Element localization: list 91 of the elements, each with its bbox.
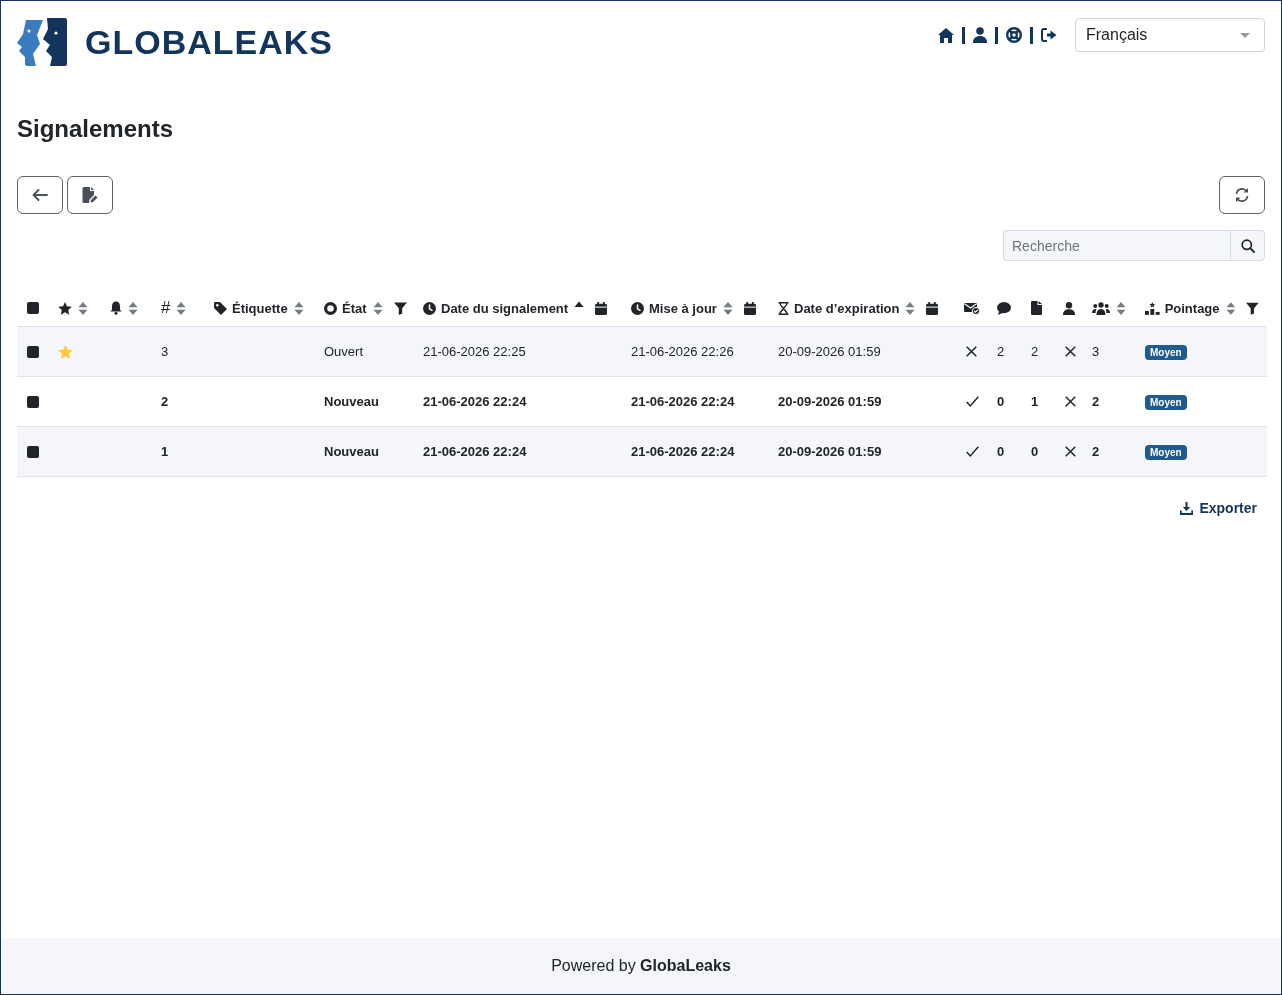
column-header[interactable]: Étiquette <box>232 300 288 316</box>
search-field[interactable]: Recherche <box>1003 230 1230 261</box>
arrow-left-icon <box>32 189 48 201</box>
row-checkbox[interactable] <box>27 345 39 358</box>
filter-icon[interactable] <box>393 301 407 315</box>
refresh-icon <box>1234 187 1250 203</box>
column-header[interactable]: Mise à jour <box>649 300 717 316</box>
search-button[interactable] <box>1230 230 1265 261</box>
update-date: 21-06-2026 22:26 <box>631 344 734 359</box>
user-icon <box>1063 301 1075 315</box>
sort-icon[interactable] <box>1225 300 1236 316</box>
score-badge: Moyen <box>1145 444 1187 460</box>
calendar-icon[interactable] <box>595 301 608 315</box>
clock-icon <box>423 301 436 315</box>
comment-count: 2 <box>997 344 1005 359</box>
select-all-checkbox[interactable] <box>27 302 39 314</box>
star-icon[interactable] <box>58 344 73 359</box>
logo-wordmark: GLOBALEAKS <box>85 25 333 59</box>
report-number: 3 <box>161 344 169 359</box>
speech-bubble-icon <box>997 301 1011 315</box>
lifebuoy-icon[interactable] <box>1006 27 1022 43</box>
page-title: Signalements <box>17 114 175 143</box>
star-icon <box>58 301 72 315</box>
ring-icon <box>324 301 337 315</box>
file-count: 0 <box>1031 444 1039 459</box>
sort-icon[interactable] <box>293 300 304 316</box>
home-icon[interactable] <box>938 27 954 43</box>
submission-date: 21-06-2026 22:25 <box>423 344 526 359</box>
search-icon <box>1240 238 1255 253</box>
sort-icon[interactable] <box>372 300 383 316</box>
comment-count: 0 <box>997 444 1005 459</box>
podium-icon <box>1145 301 1160 315</box>
hourglass-icon <box>778 301 789 315</box>
user-icon[interactable] <box>973 27 987 43</box>
refresh-button[interactable] <box>1219 176 1265 214</box>
calendar-icon[interactable] <box>926 301 939 315</box>
calendar-icon[interactable] <box>743 301 756 315</box>
export-button[interactable]: Exporter <box>1180 497 1257 519</box>
column-header[interactable]: Date du signalement <box>441 300 569 316</box>
users-count: 2 <box>1092 444 1100 459</box>
column-header[interactable]: # <box>161 298 171 318</box>
sort-icon[interactable] <box>905 300 916 316</box>
score-badge: Moyen <box>1145 344 1187 360</box>
update-date: 21-06-2026 22:24 <box>631 394 735 409</box>
expiration-date: 20-09-2026 01:59 <box>778 444 882 459</box>
status-text: Ouvert <box>324 344 363 359</box>
sort-up-icon[interactable] <box>574 301 585 307</box>
users-icon <box>1092 301 1110 315</box>
update-date: 21-06-2026 22:24 <box>631 444 735 459</box>
language-select[interactable]: Français <box>1075 18 1265 52</box>
filter-icon[interactable] <box>1246 301 1259 315</box>
sign-out-icon[interactable] <box>1041 28 1057 42</box>
file-count: 2 <box>1031 344 1039 359</box>
row-checkbox[interactable] <box>27 445 39 458</box>
file-icon <box>1031 301 1042 315</box>
table-row[interactable]: 3 Ouvert 21-06-2026 22:25 21-06-2026 22:26 20-09-2026 01:59 2 2 3 Moyen <box>17 326 1267 377</box>
report-number: 2 <box>161 394 169 409</box>
submission-date: 21-06-2026 22:24 <box>423 444 527 459</box>
sort-icon[interactable] <box>722 300 733 316</box>
clock-icon <box>631 301 644 315</box>
tag-icon <box>214 301 227 315</box>
status-text: Nouveau <box>324 394 379 409</box>
users-count: 2 <box>1092 394 1100 409</box>
column-header[interactable]: Pointage <box>1164 300 1220 316</box>
back-button[interactable] <box>17 176 63 214</box>
comment-count: 0 <box>997 394 1005 409</box>
edit-file-button[interactable] <box>67 176 113 214</box>
logo-icon <box>17 17 67 67</box>
users-count: 3 <box>1092 344 1100 359</box>
report-number: 1 <box>161 444 169 459</box>
column-header[interactable]: Date d’expiration <box>794 300 900 316</box>
bell-icon <box>110 301 122 315</box>
submission-date: 21-06-2026 22:24 <box>423 394 527 409</box>
file-pen-icon <box>82 187 98 203</box>
envelope-check-icon <box>964 301 980 315</box>
status-text: Nouveau <box>324 444 379 459</box>
sort-icon[interactable] <box>176 300 187 316</box>
table-row[interactable]: 2 Nouveau 21-06-2026 22:24 21-06-2026 22:24 20-09-2026 01:59 0 1 2 Moyen <box>17 376 1267 427</box>
sort-icon[interactable] <box>128 300 138 316</box>
score-badge: Moyen <box>1145 394 1187 410</box>
column-header[interactable]: État <box>342 300 367 316</box>
file-count: 1 <box>1031 394 1039 409</box>
sort-icon[interactable] <box>1116 300 1126 316</box>
footer-text: Powered by GlobaLeaks <box>551 957 731 975</box>
expiration-date: 20-09-2026 01:59 <box>778 394 882 409</box>
sort-icon[interactable] <box>78 300 88 316</box>
caret-icon <box>1240 32 1250 38</box>
download-icon <box>1180 501 1194 515</box>
row-checkbox[interactable] <box>27 395 39 408</box>
expiration-date: 20-09-2026 01:59 <box>778 344 881 359</box>
table-row[interactable]: 1 Nouveau 21-06-2026 22:24 21-06-2026 22:24 20-09-2026 01:59 0 0 2 Moyen <box>17 426 1267 477</box>
